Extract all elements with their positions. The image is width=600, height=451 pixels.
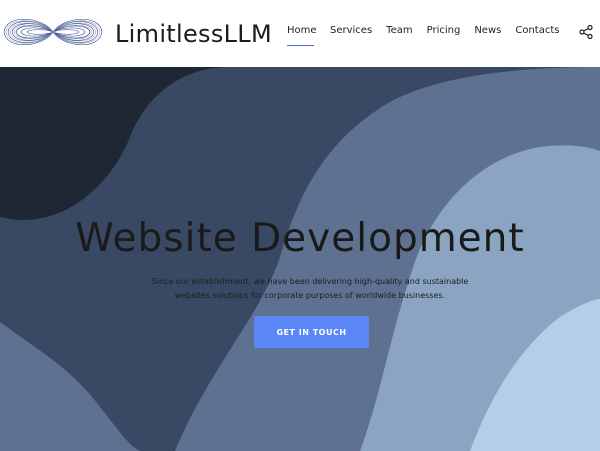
- hero-subtitle-line-2: websites solutions for corporate purpose…: [174, 291, 446, 300]
- hero-subtitle: Since our establishment, we have been de…: [120, 275, 500, 303]
- main-nav: Home Services Team Pricing News Contacts: [287, 24, 559, 46]
- nav-item-team[interactable]: Team: [386, 24, 412, 42]
- brand-name[interactable]: LimitlessLLM: [115, 17, 272, 51]
- nav-item-home[interactable]: Home: [287, 24, 317, 46]
- nav-item-contacts[interactable]: Contacts: [515, 24, 559, 42]
- share-icon[interactable]: [578, 24, 594, 40]
- get-in-touch-button[interactable]: GET IN TOUCH: [254, 316, 369, 348]
- hero-section: Website Development Since our establishm…: [0, 67, 600, 451]
- nav-item-pricing[interactable]: Pricing: [427, 24, 461, 42]
- hero-title: Website Development: [75, 216, 525, 261]
- nav-item-services[interactable]: Services: [330, 24, 372, 42]
- site-header: LimitlessLLM Home Services Team Pricing …: [0, 0, 600, 67]
- nav-item-news[interactable]: News: [474, 24, 501, 42]
- hero-subtitle-line-1: Since our establishment, we have been de…: [151, 277, 469, 286]
- infinity-logo-icon[interactable]: [2, 12, 104, 52]
